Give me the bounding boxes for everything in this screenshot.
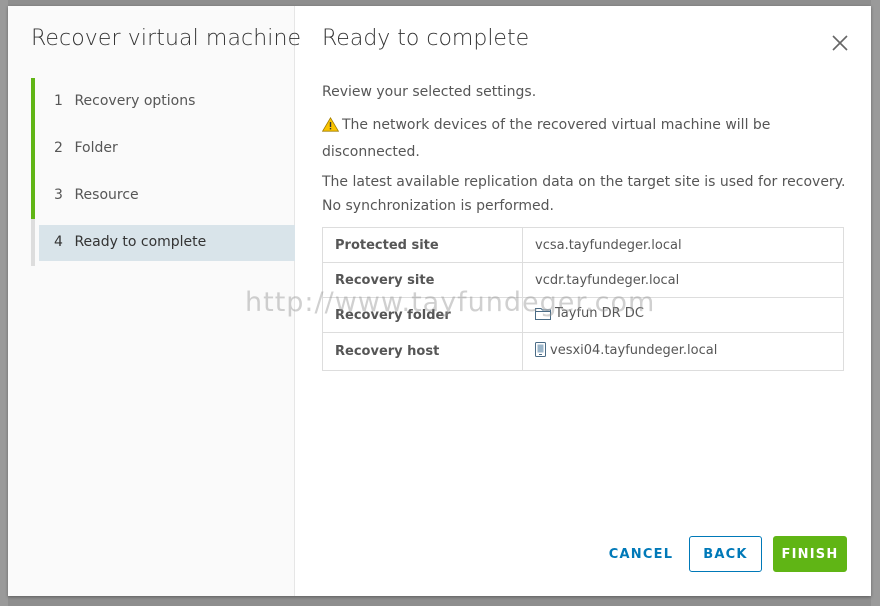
- row-value: vcdr.tayfundeger.local: [522, 262, 844, 298]
- step-ready-to-complete[interactable]: 4 Ready to complete: [31, 219, 295, 266]
- wizard-steps: 1 Recovery options 2 Folder 3 Resource 4…: [31, 78, 295, 266]
- row-value-cell: Tayfun DR DC: [522, 297, 844, 333]
- step-label: Ready to complete: [74, 234, 207, 250]
- recover-vm-dialog: Recover virtual machine 1 Recovery optio…: [8, 6, 871, 596]
- info-text: The latest available replication data on…: [322, 174, 846, 214]
- step-resource[interactable]: 3 Resource: [31, 172, 295, 219]
- step-label: Folder: [74, 140, 118, 156]
- intro-text: Review your selected settings.: [322, 84, 537, 100]
- step-label: Recovery options: [74, 93, 196, 109]
- page-title: Ready to complete: [322, 26, 530, 51]
- backdrop-left: [0, 0, 8, 606]
- step-recovery-options[interactable]: 1 Recovery options: [31, 78, 295, 125]
- row-value: Tayfun DR DC: [555, 306, 644, 321]
- wizard-footer: CANCEL BACK FINISH: [605, 536, 847, 572]
- host-icon: [535, 342, 546, 361]
- step-number: 4: [54, 234, 63, 250]
- row-value: vcsa.tayfundeger.local: [522, 227, 844, 263]
- row-label: Recovery folder: [322, 297, 523, 333]
- row-label: Recovery site: [322, 262, 523, 298]
- cancel-button[interactable]: CANCEL: [605, 536, 677, 572]
- warning-message: The network devices of the recovered vir…: [321, 113, 842, 164]
- back-button[interactable]: BACK: [689, 536, 762, 572]
- summary-table: Protected site vcsa.tayfundeger.local Re…: [322, 227, 844, 371]
- step-folder[interactable]: 2 Folder: [31, 125, 295, 172]
- folder-icon: [535, 307, 551, 324]
- warning-text: The network devices of the recovered vir…: [322, 117, 771, 160]
- wizard-content: Ready to complete Review your selected s…: [295, 6, 871, 596]
- warning-icon: [321, 116, 340, 140]
- close-icon[interactable]: [831, 34, 849, 52]
- table-row: Recovery host vesxi04.tayfundeger.local: [322, 332, 844, 371]
- backdrop-right: [871, 0, 880, 606]
- table-row: Protected site vcsa.tayfundeger.local: [322, 227, 844, 263]
- row-label: Recovery host: [322, 332, 523, 371]
- step-number: 1: [54, 93, 63, 109]
- table-row: Recovery folder Tayfun DR DC: [322, 297, 844, 333]
- step-label: Resource: [74, 187, 139, 203]
- row-label: Protected site: [322, 227, 523, 263]
- finish-button[interactable]: FINISH: [773, 536, 847, 572]
- step-number: 2: [54, 140, 63, 156]
- wizard-title: Recover virtual machine: [31, 26, 302, 51]
- wizard-sidebar: Recover virtual machine 1 Recovery optio…: [8, 6, 301, 596]
- row-value-cell: vesxi04.tayfundeger.local: [522, 332, 844, 371]
- table-row: Recovery site vcdr.tayfundeger.local: [322, 262, 844, 298]
- step-number: 3: [54, 187, 63, 203]
- row-value: vesxi04.tayfundeger.local: [550, 343, 718, 358]
